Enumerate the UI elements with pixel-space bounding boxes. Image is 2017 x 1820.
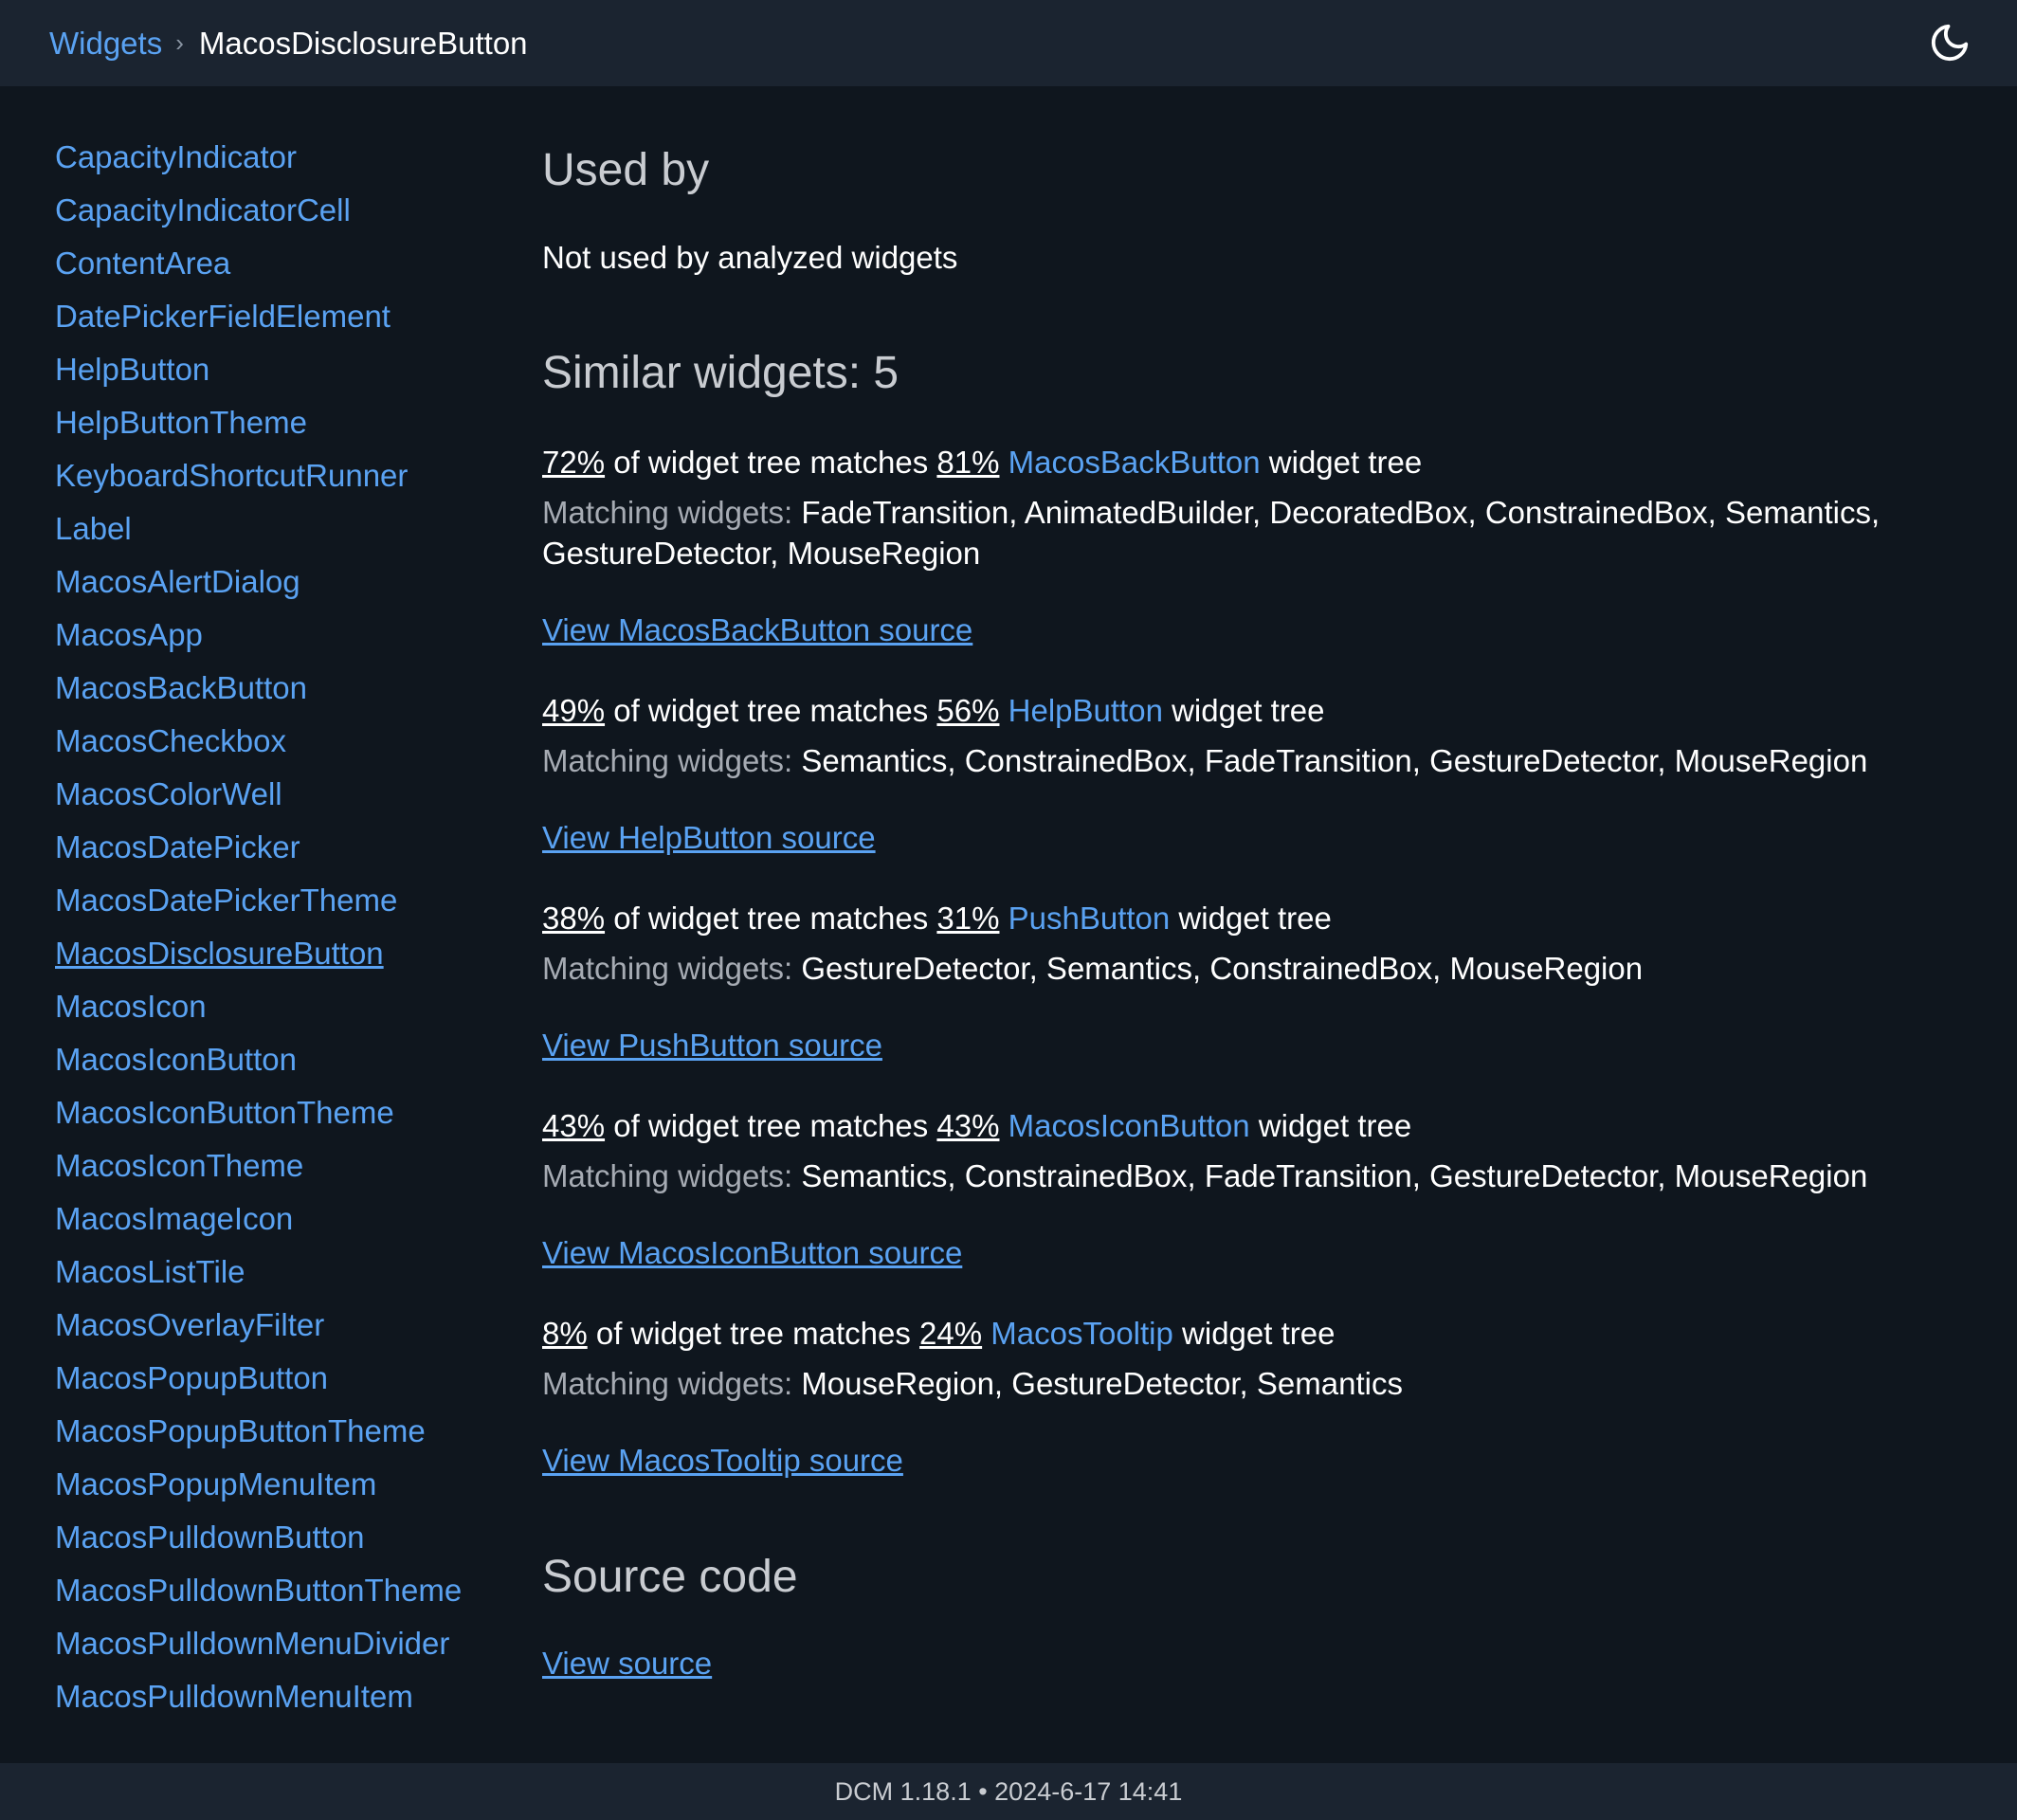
breadcrumb-widgets-link[interactable]: Widgets (49, 26, 162, 62)
used-by-text: Not used by analyzed widgets (542, 240, 958, 275)
other-match-percent: 31% (936, 901, 1000, 936)
sidebar-item[interactable]: KeyboardShortcutRunner (55, 449, 472, 502)
sidebar-item[interactable]: Label (55, 502, 472, 555)
footer: DCM 1.18.1 • 2024-6-17 14:41 (0, 1763, 2017, 1820)
sidebar-item[interactable]: MacosIconButton (55, 1033, 472, 1086)
sidebar-item[interactable]: MacosCheckbox (55, 715, 472, 768)
sidebar-widget-list: CapacityIndicator CapacityIndicatorCell Co… (55, 131, 472, 1723)
matching-widgets: Matching widgets: GestureDetector, Seman… (542, 951, 1644, 986)
sidebar-item[interactable]: MacosDisclosureButton (55, 927, 472, 980)
other-match-percent: 43% (936, 1108, 1000, 1143)
sidebar-item[interactable]: MacosOverlayFilter (55, 1299, 472, 1352)
sidebar-item[interactable]: DatePickerFieldElement (55, 290, 472, 343)
breadcrumb-separator: › (175, 28, 184, 57)
sidebar-item[interactable]: MacosPulldownMenuDivider (55, 1617, 472, 1670)
similar-item-summary: 43% of widget tree matches 43% MacosIcon… (542, 1108, 1412, 1143)
sidebar-item[interactable]: HelpButtonTheme (55, 396, 472, 449)
sidebar-item[interactable]: HelpButton (55, 343, 472, 396)
similar-item-summary: 72% of widget tree matches 81% MacosBack… (542, 445, 1423, 480)
match-percent: 8% (542, 1316, 588, 1351)
similar-widget-name[interactable]: MacosTooltip (990, 1316, 1173, 1351)
view-source-link[interactable]: View MacosIconButton source (542, 1235, 962, 1271)
sidebar-item[interactable]: MacosBackButton (55, 662, 472, 715)
sidebar-item[interactable]: MacosIconButtonTheme (55, 1086, 472, 1139)
similar-item-summary: 38% of widget tree matches 31% PushButto… (542, 901, 1332, 936)
matching-widgets-continued: GestureDetector, MouseRegion (542, 536, 981, 571)
sidebar-item[interactable]: MacosPulldownButtonTheme (55, 1564, 472, 1617)
similar-widget-name[interactable]: HelpButton (1008, 693, 1163, 728)
top-bar: Widgets › MacosDisclosureButton (0, 0, 2017, 86)
similar-widget-name[interactable]: MacosIconButton (1008, 1108, 1250, 1143)
source-code-heading: Source code (542, 1552, 798, 1602)
sidebar-item[interactable]: ContentArea (55, 237, 472, 290)
sidebar-item[interactable]: MacosImageIcon (55, 1192, 472, 1246)
sidebar-item[interactable]: MacosDatePickerTheme (55, 874, 472, 927)
similar-widget-name[interactable]: MacosBackButton (1008, 445, 1261, 480)
sidebar-item[interactable]: MacosIconTheme (55, 1139, 472, 1192)
used-by-heading: Used by (542, 145, 710, 195)
sidebar-item[interactable]: CapacityIndicatorCell (55, 184, 472, 237)
matching-widgets: Matching widgets: Semantics, Constrained… (542, 743, 1868, 778)
other-match-percent: 24% (919, 1316, 983, 1351)
view-source-link[interactable]: View MacosTooltip source (542, 1443, 903, 1479)
sidebar-item[interactable]: MacosListTile (55, 1246, 472, 1299)
sidebar-item[interactable]: MacosDatePicker (55, 821, 472, 874)
matching-widgets: Matching widgets: Semantics, Constrained… (542, 1158, 1868, 1193)
match-percent: 49% (542, 693, 606, 728)
other-match-percent: 56% (936, 693, 1000, 728)
sidebar-item[interactable]: MacosApp (55, 609, 472, 662)
match-percent: 72% (542, 445, 606, 480)
match-percent: 43% (542, 1108, 606, 1143)
view-source-link-main[interactable]: View source (542, 1646, 712, 1682)
sidebar-item[interactable]: MacosAlertDialog (55, 555, 472, 609)
view-source-link[interactable]: View HelpButton source (542, 820, 876, 856)
similar-item-summary: 49% of widget tree matches 56% HelpButto… (542, 693, 1325, 728)
sidebar-item[interactable]: MacosPopupButtonTheme (55, 1405, 472, 1458)
sidebar-item[interactable]: MacosPopupButton (55, 1352, 472, 1405)
view-source-link[interactable]: View MacosBackButton source (542, 612, 972, 648)
other-match-percent: 81% (936, 445, 1000, 480)
sidebar-item[interactable]: MacosPulldownButton (55, 1511, 472, 1564)
matching-widgets: Matching widgets: MouseRegion, GestureDe… (542, 1366, 1403, 1401)
similar-widget-name[interactable]: PushButton (1008, 901, 1171, 936)
sidebar-item[interactable]: MacosPopupMenuItem (55, 1458, 472, 1511)
match-percent: 38% (542, 901, 606, 936)
breadcrumb-current: MacosDisclosureButton (198, 25, 528, 61)
sidebar-item[interactable]: MacosPulldownMenuItem (55, 1670, 472, 1723)
sidebar-item[interactable]: MacosColorWell (55, 768, 472, 821)
similar-item-summary: 8% of widget tree matches 24% MacosToolt… (542, 1316, 1336, 1351)
sidebar-item[interactable]: MacosIcon (55, 980, 472, 1033)
matching-widgets: Matching widgets: FadeTransition, Animat… (542, 495, 1881, 530)
moon-icon[interactable] (1928, 21, 1972, 64)
similar-widgets-heading: Similar widgets: 5 (542, 348, 899, 398)
view-source-link[interactable]: View PushButton source (542, 1028, 882, 1064)
sidebar-item[interactable]: CapacityIndicator (55, 131, 472, 184)
